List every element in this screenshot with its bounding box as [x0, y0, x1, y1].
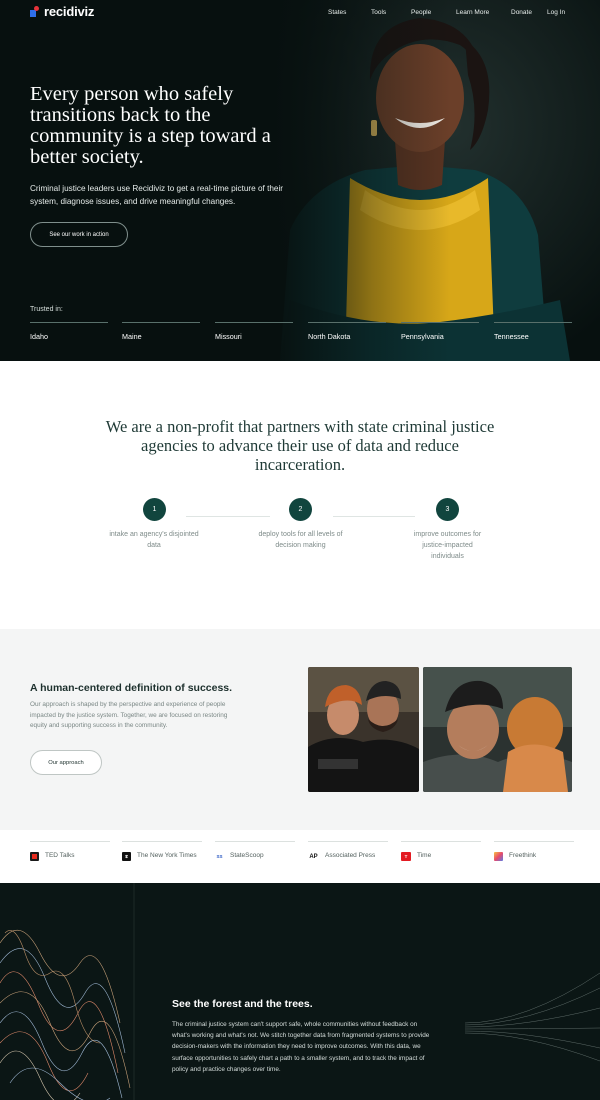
converging-lines-illustration [465, 972, 600, 1062]
logo-text: recidiviz [44, 4, 95, 19]
forest-section: See the forest and the trees. The crimin… [0, 883, 600, 1100]
statescoop-icon: SS [216, 854, 223, 859]
press-item-freethink[interactable]: Freethink [494, 841, 574, 861]
step-2-text: deploy tools for all levels of decision … [258, 531, 343, 549]
nav-link-people[interactable]: People [411, 9, 431, 16]
state-tennessee[interactable]: Tennessee [494, 322, 572, 341]
step-3-text: improve outcomes for justice-impacted in… [413, 531, 482, 560]
hero-headline: Every person who safely transitions back… [30, 83, 271, 168]
nav-link-states[interactable]: States [328, 9, 346, 16]
hero-subtext: Criminal justice leaders use Recidiviz t… [30, 184, 284, 206]
ted-icon [30, 852, 39, 861]
time-icon: T [401, 852, 411, 861]
top-nav: recidiviz States Tools People Learn More… [0, 0, 600, 26]
state-idaho[interactable]: Idaho [30, 322, 108, 341]
nyt-icon: 𝕿 [122, 852, 131, 861]
man-with-child-photo [423, 667, 572, 792]
mission-section: We are a non-profit that partners with s… [0, 361, 600, 629]
ap-icon: AP [309, 853, 318, 860]
press-label: TED Talks [45, 852, 75, 859]
trusted-in-label: Trusted in: [30, 306, 63, 313]
step-connector [333, 516, 415, 517]
success-section: A human-centered definition of success. … [0, 629, 600, 830]
press-item-nyt[interactable]: 𝕿 The New York Times [122, 841, 202, 861]
data-lines-illustration [0, 883, 135, 1100]
press-label: Freethink [509, 852, 537, 859]
nav-link-login[interactable]: Log In [547, 9, 565, 16]
step-3-badge: 3 [436, 498, 459, 521]
hero-gradient-overlay [0, 0, 600, 361]
forest-body: The criminal justice system can't suppor… [172, 1021, 430, 1073]
nav-link-tools[interactable]: Tools [371, 9, 386, 16]
press-item-time[interactable]: T Time [401, 841, 481, 861]
state-pennsylvania[interactable]: Pennsylvania [401, 322, 479, 341]
state-north-dakota[interactable]: North Dakota [308, 322, 386, 341]
press-item-ted[interactable]: TED Talks [30, 841, 110, 861]
press-label: The New York Times [137, 852, 197, 859]
press-item-ap[interactable]: AP Associated Press [308, 841, 388, 861]
success-heading: A human-centered definition of success. [30, 682, 233, 694]
press-logos-bar: TED Talks 𝕿 The New York Times SS StateS… [0, 830, 600, 883]
couple-photo [308, 667, 419, 792]
logo-mark-icon [30, 5, 42, 18]
nav-link-learn-more[interactable]: Learn More [456, 9, 489, 16]
press-label: StateScoop [230, 852, 264, 859]
nav-link-donate[interactable]: Donate [511, 9, 532, 16]
step-connector [186, 516, 270, 517]
state-maine[interactable]: Maine [122, 322, 200, 341]
success-body: Our approach is shaped by the perspectiv… [30, 701, 228, 729]
recidiviz-logo[interactable]: recidiviz [30, 4, 94, 19]
step-2-badge: 2 [289, 498, 312, 521]
forest-heading: See the forest and the trees. [172, 998, 313, 1010]
see-our-work-button[interactable]: See our work in action [30, 222, 128, 247]
freethink-icon [494, 852, 503, 861]
press-item-statescoop[interactable]: SS StateScoop [215, 841, 295, 861]
hero-section: recidiviz States Tools People Learn More… [0, 0, 600, 361]
mission-heading: We are a non-profit that partners with s… [105, 417, 495, 474]
press-label: Associated Press [325, 852, 376, 859]
step-1-text: intake an agency's disjointed data [109, 531, 199, 549]
step-1-badge: 1 [143, 498, 166, 521]
our-approach-button[interactable]: Our approach [30, 750, 102, 775]
state-missouri[interactable]: Missouri [215, 322, 293, 341]
press-label: Time [417, 852, 432, 859]
